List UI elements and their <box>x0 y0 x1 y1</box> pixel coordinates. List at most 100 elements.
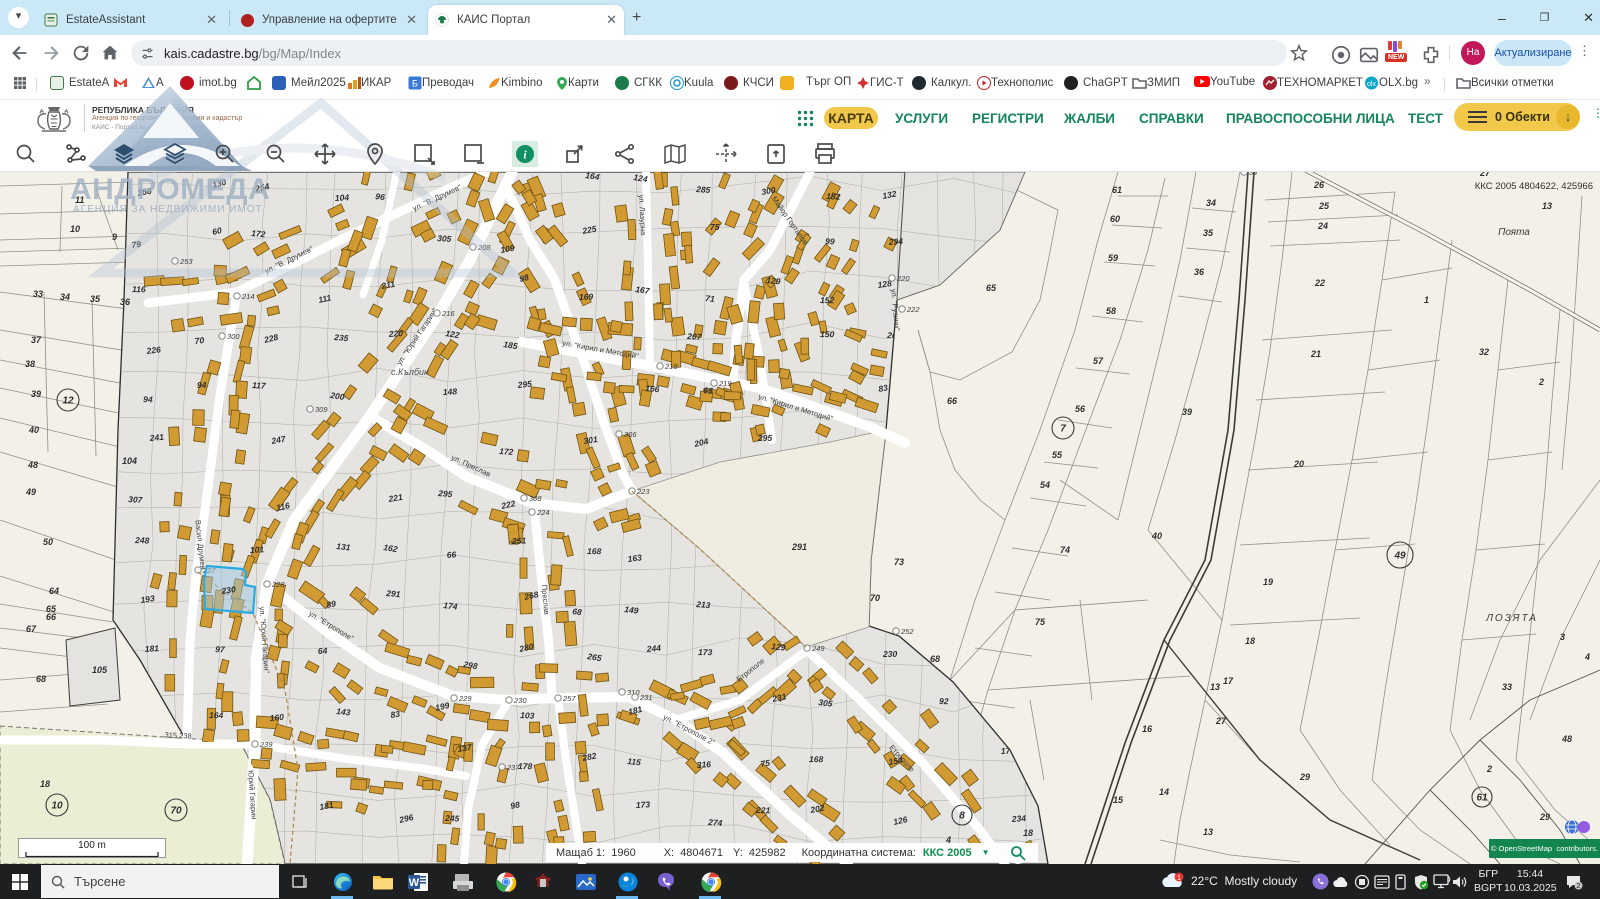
svg-text:2: 2 <box>1538 377 1544 387</box>
svg-text:Поята: Поята <box>1498 227 1530 238</box>
svg-text:214: 214 <box>241 292 255 301</box>
svg-text:1: 1 <box>1424 295 1429 305</box>
svg-text:235: 235 <box>333 332 349 343</box>
svg-text:223: 223 <box>636 487 650 496</box>
svg-text:75: 75 <box>1035 617 1046 627</box>
svg-text:306: 306 <box>624 430 637 439</box>
svg-text:55: 55 <box>1052 450 1063 460</box>
svg-text:224: 224 <box>536 508 550 517</box>
svg-text:131: 131 <box>336 541 351 552</box>
svg-text:14: 14 <box>1159 787 1169 797</box>
svg-text:164: 164 <box>209 710 224 720</box>
svg-text:olx: olx <box>1367 81 1376 88</box>
svg-text:66: 66 <box>46 612 57 622</box>
svg-text:104: 104 <box>335 192 350 203</box>
svg-text:174: 174 <box>443 600 459 612</box>
svg-text:220: 220 <box>896 274 910 283</box>
svg-text:25: 25 <box>1318 201 1330 211</box>
svg-text:2: 2 <box>1486 764 1492 774</box>
svg-text:172: 172 <box>251 228 266 239</box>
svg-text:61: 61 <box>1112 185 1122 195</box>
svg-text:8: 8 <box>959 811 965 822</box>
svg-text:230: 230 <box>220 584 237 596</box>
svg-text:230: 230 <box>882 649 897 659</box>
svg-text:252: 252 <box>900 627 914 636</box>
svg-text:49: 49 <box>25 487 36 497</box>
svg-text:234: 234 <box>1010 813 1026 824</box>
svg-text:168: 168 <box>809 754 824 764</box>
svg-text:231: 231 <box>639 693 653 702</box>
svg-text:251: 251 <box>511 536 527 547</box>
svg-text:148: 148 <box>443 386 458 397</box>
svg-text:66: 66 <box>947 396 958 406</box>
svg-text:18: 18 <box>1023 828 1033 838</box>
svg-text:309: 309 <box>315 405 328 414</box>
svg-text:245: 245 <box>444 813 460 824</box>
svg-text:294: 294 <box>887 236 903 247</box>
svg-text:70: 70 <box>170 806 182 817</box>
svg-text:274: 274 <box>707 817 723 828</box>
svg-text:173: 173 <box>636 799 651 810</box>
svg-text:13: 13 <box>1210 682 1220 692</box>
svg-text:60: 60 <box>1110 214 1120 224</box>
svg-text:182: 182 <box>826 191 841 202</box>
svg-text:178: 178 <box>518 761 533 771</box>
svg-text:1: 1 <box>1177 873 1181 882</box>
svg-text:ККС 2005 4804622, 425966: ККС 2005 4804622, 425966 <box>1475 181 1593 192</box>
svg-text:315 238: 315 238 <box>164 730 192 740</box>
svg-text:74: 74 <box>1060 545 1070 555</box>
svg-text:18: 18 <box>1245 636 1255 646</box>
svg-text:32: 32 <box>1479 347 1489 357</box>
svg-text:237: 237 <box>506 763 520 772</box>
svg-text:241: 241 <box>148 432 164 443</box>
svg-text:57: 57 <box>1093 356 1104 366</box>
svg-text:48: 48 <box>1561 734 1572 744</box>
svg-text:316: 316 <box>696 759 711 770</box>
svg-text:168: 168 <box>587 546 602 556</box>
svg-text:65: 65 <box>986 283 997 293</box>
svg-text:226: 226 <box>145 344 162 356</box>
svg-text:143: 143 <box>336 706 351 717</box>
svg-text:230: 230 <box>513 696 527 705</box>
svg-text:229: 229 <box>458 694 472 703</box>
svg-text:73: 73 <box>894 557 904 567</box>
svg-text:116: 116 <box>132 284 146 294</box>
svg-text:101: 101 <box>250 544 265 555</box>
svg-text:48: 48 <box>27 460 38 470</box>
svg-text:208: 208 <box>477 243 491 252</box>
svg-text:172: 172 <box>499 446 514 457</box>
svg-text:160: 160 <box>269 712 284 723</box>
svg-text:38: 38 <box>25 359 35 369</box>
svg-text:295: 295 <box>437 488 453 499</box>
svg-text:22: 22 <box>1314 278 1325 288</box>
svg-text:92: 92 <box>939 696 949 706</box>
svg-text:103: 103 <box>520 710 535 721</box>
svg-text:218: 218 <box>664 362 678 371</box>
svg-text:295: 295 <box>516 379 532 391</box>
svg-text:18: 18 <box>40 779 50 789</box>
svg-text:239: 239 <box>259 740 273 749</box>
svg-text:59: 59 <box>1108 253 1118 263</box>
svg-text:167: 167 <box>635 284 652 296</box>
svg-text:285: 285 <box>695 184 711 195</box>
svg-text:117: 117 <box>252 380 267 391</box>
svg-text:181: 181 <box>144 643 159 654</box>
svg-text:34: 34 <box>1206 198 1216 208</box>
svg-text:249: 249 <box>811 644 825 653</box>
svg-text:99: 99 <box>825 236 835 246</box>
svg-text:220: 220 <box>387 328 403 339</box>
svg-text:61: 61 <box>1476 793 1488 804</box>
svg-text:257: 257 <box>562 694 576 703</box>
svg-text:129: 129 <box>766 275 781 286</box>
svg-text:89: 89 <box>326 598 337 610</box>
svg-text:307: 307 <box>128 494 144 505</box>
svg-text:71: 71 <box>705 293 716 304</box>
svg-text:300: 300 <box>227 332 240 341</box>
svg-text:129: 129 <box>771 641 787 653</box>
svg-text:228: 228 <box>271 580 285 589</box>
svg-text:49: 49 <box>1393 551 1406 562</box>
svg-text:301: 301 <box>583 434 599 446</box>
svg-text:149: 149 <box>624 604 640 616</box>
svg-text:70: 70 <box>870 593 880 603</box>
svg-text:64: 64 <box>49 586 59 596</box>
